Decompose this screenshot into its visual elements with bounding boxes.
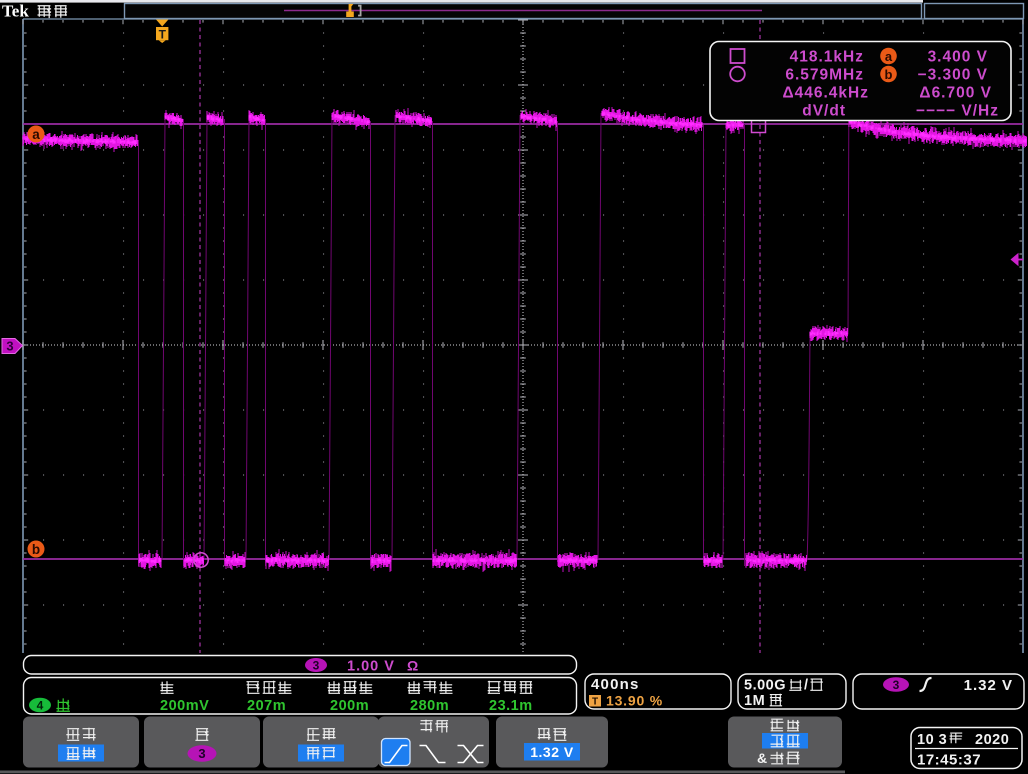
svg-text:−−−− V/Hz: −−−− V/Hz <box>916 103 999 120</box>
svg-text:207m: 207m <box>247 698 286 714</box>
svg-text:13.90 %: 13.90 % <box>606 693 663 709</box>
svg-text:3: 3 <box>893 678 900 692</box>
svg-text:418.1kHz: 418.1kHz <box>790 49 864 66</box>
svg-text:T: T <box>159 28 167 42</box>
svg-text:1M: 1M <box>744 693 765 709</box>
svg-text:5.00G: 5.00G <box>744 678 786 694</box>
svg-text:400ns: 400ns <box>591 676 640 693</box>
svg-text:−3.300 V: −3.300 V <box>918 67 988 84</box>
svg-text:a: a <box>885 49 893 64</box>
svg-text:Δ446.4kHz: Δ446.4kHz <box>783 85 870 102</box>
svg-text:Ω: Ω <box>407 658 418 674</box>
svg-text:b: b <box>885 67 893 82</box>
svg-text:1.32 V: 1.32 V <box>964 677 1013 694</box>
svg-text:23.1m: 23.1m <box>489 698 533 714</box>
svg-text:Δ6.700 V: Δ6.700 V <box>919 85 992 102</box>
svg-text:1.32 V: 1.32 V <box>530 744 574 760</box>
svg-text:10 3: 10 3 <box>917 732 947 748</box>
svg-text:200m: 200m <box>330 698 369 714</box>
svg-text:6.579MHz: 6.579MHz <box>785 67 864 84</box>
svg-text:3: 3 <box>198 746 205 761</box>
svg-text:/: / <box>804 678 808 694</box>
svg-text:a: a <box>32 127 40 142</box>
svg-text:3: 3 <box>6 339 13 354</box>
svg-text:200mV: 200mV <box>160 698 209 714</box>
svg-text:&: & <box>757 750 767 766</box>
svg-text:dV/dt: dV/dt <box>802 103 846 120</box>
svg-text:3.400 V: 3.400 V <box>928 49 988 66</box>
svg-text:4: 4 <box>37 699 44 713</box>
svg-text:Tek: Tek <box>2 2 29 21</box>
svg-text:1.00 V: 1.00 V <box>347 659 395 675</box>
svg-text:3: 3 <box>313 659 320 673</box>
svg-text:2020: 2020 <box>975 732 1009 748</box>
svg-text:b: b <box>32 542 40 557</box>
svg-text:T: T <box>592 697 598 708</box>
svg-text:17:45:37: 17:45:37 <box>917 752 981 769</box>
svg-text:280m: 280m <box>410 698 449 714</box>
